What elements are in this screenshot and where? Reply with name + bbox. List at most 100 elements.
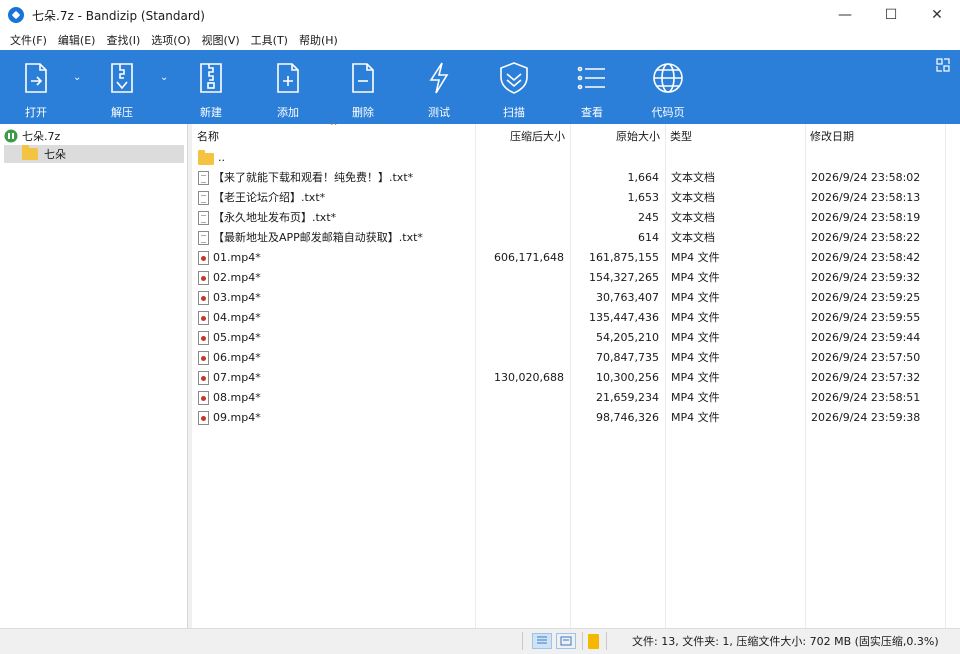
text-file-icon	[198, 191, 209, 205]
file-name: 【老王论坛介绍】.txt*	[213, 191, 326, 204]
open-icon	[16, 58, 56, 98]
tree-root-archive[interactable]: 七朵.7z	[4, 128, 60, 144]
file-type: 文本文档	[671, 211, 715, 224]
table-row[interactable]: 03.mp4* 30,763,407 MP4 文件 2026/9/24 23:5…	[192, 288, 960, 308]
details-view-toggle[interactable]	[532, 633, 552, 649]
file-name: 【来了就能下载和观看！纯免费！】.txt*	[213, 171, 414, 184]
original-size: 614	[638, 231, 659, 244]
modified-date: 2026/9/24 23:59:32	[811, 271, 921, 284]
details-view-icon	[537, 636, 547, 644]
test-button[interactable]: 测试	[419, 50, 459, 124]
original-size: 135,447,436	[589, 311, 659, 324]
menu-tools[interactable]: 工具(T)	[247, 32, 292, 48]
column-original-label: 原始大小	[616, 130, 660, 143]
table-row[interactable]: 02.mp4* 154,327,265 MP4 文件 2026/9/24 23:…	[192, 268, 960, 288]
compressed-size	[472, 328, 564, 348]
compressed-size	[472, 288, 564, 308]
table-row[interactable]: 04.mp4* 135,447,436 MP4 文件 2026/9/24 23:…	[192, 308, 960, 328]
original-size: 1,653	[627, 191, 660, 204]
tree-item-label: 七朵	[44, 148, 66, 161]
modified-date: 2026/9/24 23:57:32	[811, 371, 921, 384]
table-row[interactable]: 【老王论坛介绍】.txt* 1,653 文本文档 2026/9/24 23:58…	[192, 188, 960, 208]
add-label: 添加	[277, 106, 299, 119]
open-dropdown-icon[interactable]: ⌄	[73, 72, 81, 83]
open-button[interactable]: 打开	[16, 50, 56, 124]
table-row[interactable]: 【最新地址及APP邮发邮箱自动获取】.txt* 614 文本文档 2026/9/…	[192, 228, 960, 248]
file-name: ..	[218, 151, 225, 164]
close-button[interactable]: ✕	[914, 0, 960, 30]
menu-view[interactable]: 视图(V)	[198, 32, 244, 48]
tree-item-folder[interactable]: 七朵	[4, 145, 184, 163]
file-type: 文本文档	[671, 171, 715, 184]
menu-find[interactable]: 查找(I)	[102, 32, 144, 48]
file-type: MP4 文件	[671, 331, 720, 344]
table-row[interactable]: 06.mp4* 70,847,735 MP4 文件 2026/9/24 23:5…	[192, 348, 960, 368]
file-type: MP4 文件	[671, 251, 720, 264]
view-button[interactable]: 查看	[572, 50, 612, 124]
add-button[interactable]: 添加	[268, 50, 308, 124]
compressed-size	[472, 188, 564, 208]
text-file-icon	[198, 231, 209, 245]
table-row[interactable]: 【永久地址发布页】.txt* 245 文本文档 2026/9/24 23:58:…	[192, 208, 960, 228]
table-row[interactable]: 05.mp4* 54,205,210 MP4 文件 2026/9/24 23:5…	[192, 328, 960, 348]
table-row[interactable]: 07.mp4* 130,020,688 10,300,256 MP4 文件 20…	[192, 368, 960, 388]
original-size: 21,659,234	[596, 391, 659, 404]
layout-toggle-icon[interactable]	[936, 58, 950, 72]
table-row[interactable]: ..	[192, 148, 960, 168]
extract-button[interactable]: 解压	[102, 50, 142, 124]
compressed-size	[472, 308, 564, 328]
maximize-button[interactable]: ☐	[868, 0, 914, 30]
compressed-size	[472, 208, 564, 228]
minimize-button[interactable]: —	[822, 0, 868, 30]
extract-dropdown-icon[interactable]: ⌄	[160, 72, 168, 83]
new-archive-button[interactable]: 新建	[191, 50, 231, 124]
column-modified-label: 修改日期	[810, 130, 854, 143]
menu-file[interactable]: 文件(F)	[6, 32, 51, 48]
file-rows: .. 【来了就能下载和观看！纯免费！】.txt* 1,664 文本文档 2026…	[192, 148, 960, 428]
column-header-type[interactable]: 类型	[665, 124, 805, 148]
file-name: 03.mp4*	[213, 291, 261, 304]
video-file-icon	[198, 371, 209, 385]
list-view-icon	[572, 58, 612, 98]
file-name: 05.mp4*	[213, 331, 261, 344]
table-row[interactable]: 01.mp4* 606,171,648 161,875,155 MP4 文件 2…	[192, 248, 960, 268]
new-archive-icon	[191, 58, 231, 98]
original-size: 245	[638, 211, 659, 224]
tree-root-label: 七朵.7z	[22, 130, 61, 143]
column-header-name[interactable]: 名称 ^	[192, 122, 475, 148]
window-title: 七朵.7z - Bandizip (Standard)	[32, 8, 205, 23]
modified-date: 2026/9/24 23:58:42	[811, 251, 921, 264]
column-header-original[interactable]: 原始大小	[570, 124, 665, 148]
window-controls: — ☐ ✕	[822, 0, 960, 30]
menu-options[interactable]: 选项(O)	[147, 32, 194, 48]
modified-date: 2026/9/24 23:58:51	[811, 391, 921, 404]
archive-info-icon[interactable]	[588, 634, 599, 649]
file-name: 【永久地址发布页】.txt*	[213, 211, 337, 224]
add-file-icon	[268, 58, 308, 98]
modified-date: 2026/9/24 23:59:38	[811, 411, 921, 424]
codepage-button[interactable]: 代码页	[646, 50, 690, 124]
modified-date: 2026/9/24 23:59:55	[811, 311, 921, 324]
thumbnail-view-toggle[interactable]	[556, 633, 576, 649]
video-file-icon	[198, 391, 209, 405]
table-row[interactable]: 【来了就能下载和观看！纯免费！】.txt* 1,664 文本文档 2026/9/…	[192, 168, 960, 188]
column-name-label: 名称	[197, 130, 219, 143]
file-type: MP4 文件	[671, 351, 720, 364]
video-file-icon	[198, 411, 209, 425]
video-file-icon	[198, 251, 209, 265]
menu-edit[interactable]: 编辑(E)	[54, 32, 100, 48]
video-file-icon	[198, 291, 209, 305]
file-list: 名称 ^ 压缩后大小 原始大小 类型 修改日期 .. 【来了就能下载和观看！纯免…	[192, 122, 960, 628]
delete-button[interactable]: 删除	[343, 50, 383, 124]
file-name: 09.mp4*	[213, 411, 261, 424]
column-header-modified[interactable]: 修改日期	[805, 124, 945, 148]
archive-icon	[4, 129, 18, 143]
thumbnail-view-icon	[560, 636, 572, 646]
original-size: 1,664	[627, 171, 660, 184]
status-divider	[522, 632, 523, 650]
table-row[interactable]: 08.mp4* 21,659,234 MP4 文件 2026/9/24 23:5…	[192, 388, 960, 408]
scan-button[interactable]: 扫描	[494, 50, 534, 124]
column-header-compressed[interactable]: 压缩后大小	[475, 124, 570, 148]
table-row[interactable]: 09.mp4* 98,746,326 MP4 文件 2026/9/24 23:5…	[192, 408, 960, 428]
menu-help[interactable]: 帮助(H)	[295, 32, 342, 48]
